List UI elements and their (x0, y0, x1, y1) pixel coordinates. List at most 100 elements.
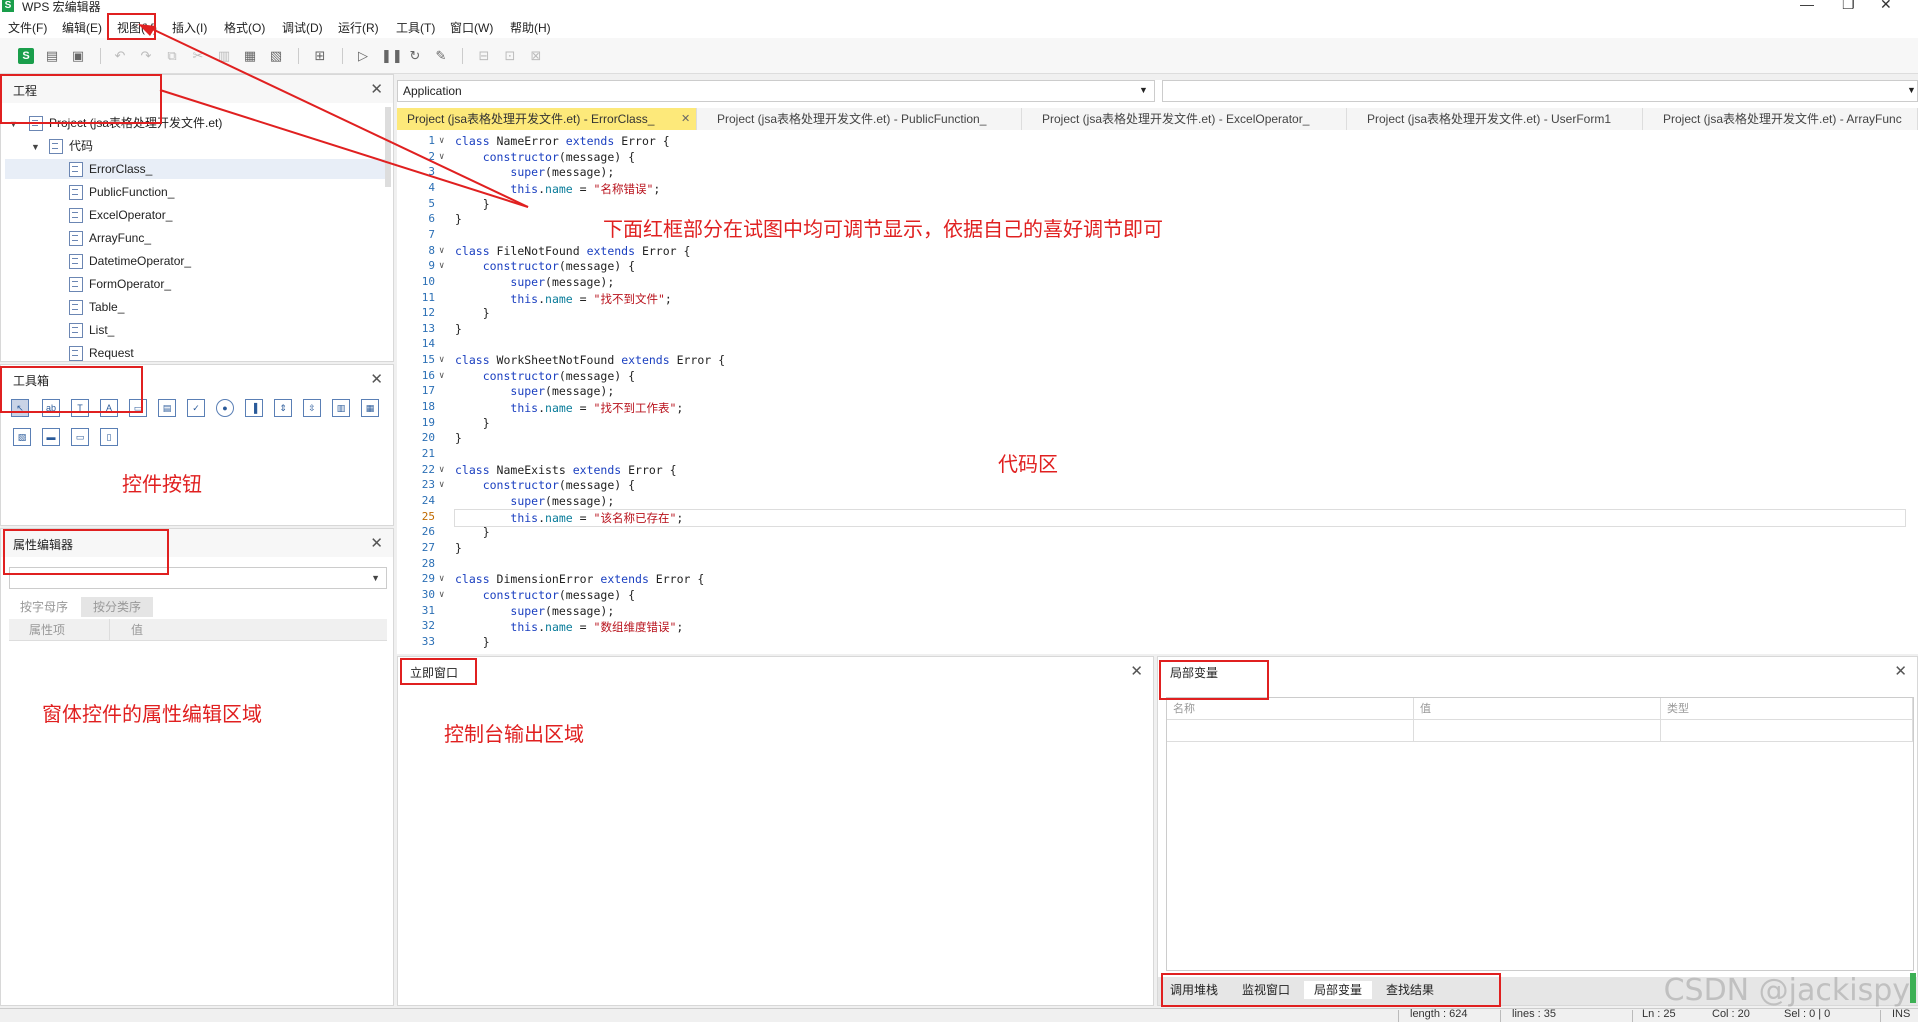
code-area[interactable]: 1 ∨ class NameError extends Error {2 ∨ cons… (397, 132, 1918, 654)
fold-chevron-icon[interactable]: ∨ (439, 590, 444, 600)
close-icon[interactable]: ✕ (370, 80, 383, 98)
tab-alphabetical[interactable]: 按字母序 (9, 597, 79, 617)
run-icon[interactable]: ▷ (355, 48, 371, 64)
code-line[interactable]: super(message); (455, 165, 614, 179)
combobox-control-icon[interactable]: ▬ (42, 428, 60, 446)
listbox-control-icon[interactable]: ▤ (158, 399, 176, 417)
code-line[interactable]: } (455, 525, 490, 539)
menu-tools[interactable]: 工具(T) (396, 19, 435, 36)
code-line[interactable]: class WorkSheetNotFound extends Error { (455, 353, 725, 367)
fold-chevron-icon[interactable]: ∨ (439, 465, 444, 475)
menu-insert[interactable]: 插入(I) (172, 19, 207, 36)
code-line[interactable]: super(message); (455, 384, 614, 398)
save-icon[interactable]: ▣ (70, 48, 86, 64)
tab-errorclass[interactable]: Project (jsa表格处理开发文件.et) - ErrorClass_ (397, 108, 697, 130)
tab-publicfunction[interactable]: Project (jsa表格处理开发文件.et) - PublicFunctio… (697, 108, 1022, 130)
comment-icon[interactable]: ▦ (242, 48, 258, 64)
code-line[interactable]: constructor(message) { (455, 369, 635, 383)
chevron-down-icon[interactable]: ▼ (1907, 85, 1916, 95)
menu-run[interactable]: 运行(R) (338, 19, 379, 36)
tab-categorized[interactable]: 按分类序 (81, 597, 153, 617)
fold-chevron-icon[interactable]: ∨ (439, 261, 444, 271)
cut-icon[interactable]: ✂ (190, 48, 206, 64)
scrollbar[interactable] (385, 107, 391, 187)
fold-chevron-icon[interactable]: ∨ (439, 574, 444, 584)
close-icon[interactable]: ✕ (681, 112, 690, 125)
code-line[interactable]: constructor(message) { (455, 259, 635, 273)
code-line[interactable]: this.name = "该名称已存在"; (454, 508, 1906, 527)
radio-control-icon[interactable]: ● (216, 399, 234, 417)
code-line[interactable]: class NameExists extends Error { (455, 463, 677, 477)
code-line[interactable]: } (455, 431, 462, 445)
tree-item[interactable]: Request (69, 343, 134, 361)
toggle-control-icon[interactable]: ▐ (245, 399, 263, 417)
tabstrip-control-icon[interactable]: ▧ (13, 428, 31, 446)
menu-edit[interactable]: 编辑(E) (62, 19, 102, 36)
fold-chevron-icon[interactable]: ∨ (439, 371, 444, 381)
tree-item[interactable]: ExcelOperator_ (69, 205, 172, 225)
close-window-button[interactable]: ✕ (1880, 0, 1892, 13)
wps-sheet-icon[interactable]: S (18, 48, 34, 64)
fold-chevron-icon[interactable]: ∨ (439, 136, 444, 146)
code-line[interactable]: constructor(message) { (455, 150, 635, 164)
step-into-icon[interactable]: ⊟ (476, 48, 492, 64)
code-line[interactable]: super(message); (455, 494, 614, 508)
tree-item[interactable]: Table_ (69, 297, 124, 317)
procedure-combo[interactable] (1162, 80, 1918, 102)
step-over-icon[interactable]: ⊡ (502, 48, 518, 64)
fold-chevron-icon[interactable]: ∨ (439, 355, 444, 365)
menu-format[interactable]: 格式(O) (224, 19, 265, 36)
tab-userform1[interactable]: Project (jsa表格处理开发文件.et) - UserForm1 (1347, 108, 1643, 130)
pause-icon[interactable]: ❚❚ (381, 48, 403, 64)
object-combo[interactable]: Application (397, 80, 1155, 102)
copy-icon[interactable]: ⧉ (164, 48, 180, 64)
fold-chevron-icon[interactable]: ∨ (439, 480, 444, 490)
close-icon[interactable]: ✕ (1894, 662, 1907, 680)
spin-control-icon[interactable]: ⇕ (274, 399, 292, 417)
tree-item[interactable]: PublicFunction_ (69, 182, 174, 202)
code-line[interactable]: constructor(message) { (455, 588, 635, 602)
code-line[interactable]: class DimensionError extends Error { (455, 572, 704, 586)
menu-window[interactable]: 窗口(W) (450, 19, 493, 36)
image-control-icon[interactable]: ▥ (332, 399, 350, 417)
fold-chevron-icon[interactable]: ∨ (439, 152, 444, 162)
code-line[interactable]: super(message); (455, 275, 614, 289)
code-line[interactable]: class NameError extends Error { (455, 134, 670, 148)
step-out-icon[interactable]: ⊠ (528, 48, 544, 64)
close-icon[interactable]: ✕ (370, 534, 383, 552)
folder-control-icon[interactable]: ▯ (100, 428, 118, 446)
code-line[interactable]: } (455, 635, 490, 649)
tree-folder[interactable]: 代码 (49, 136, 93, 156)
paste-icon[interactable]: ▥ (216, 48, 232, 64)
menu-file[interactable]: 文件(F) (8, 19, 47, 36)
code-line[interactable]: } (455, 212, 462, 226)
tree-item[interactable]: List_ (69, 320, 114, 340)
tree-item[interactable]: ErrorClass_ (69, 159, 152, 179)
tree-item[interactable]: ArrayFunc_ (69, 228, 151, 248)
menu-help[interactable]: 帮助(H) (510, 19, 551, 36)
form-design-icon[interactable]: ⊞ (312, 48, 328, 64)
tree-item[interactable]: DatetimeOperator_ (69, 251, 191, 271)
code-line[interactable]: this.name = "找不到工作表"; (455, 400, 683, 416)
fold-chevron-icon[interactable]: ∨ (439, 246, 444, 256)
code-line[interactable]: } (455, 541, 462, 555)
code-line[interactable]: } (455, 416, 490, 430)
redo-icon[interactable]: ↷ (138, 48, 154, 64)
multipage-control-icon[interactable]: ▦ (361, 399, 379, 417)
code-line[interactable]: super(message); (455, 604, 614, 618)
code-line[interactable]: this.name = "找不到文件"; (455, 291, 671, 307)
tab-exceloperator[interactable]: Project (jsa表格处理开发文件.et) - ExcelOperator… (1022, 108, 1347, 130)
new-module-icon[interactable]: ▤ (44, 48, 60, 64)
design-mode-icon[interactable]: ✎ (433, 48, 449, 64)
maximize-button[interactable]: ❐ (1842, 0, 1855, 13)
code-line[interactable]: } (455, 197, 490, 211)
checkbox-control-icon[interactable]: ✓ (187, 399, 205, 417)
code-line[interactable]: this.name = "数组维度错误"; (455, 619, 683, 635)
close-icon[interactable]: ✕ (1130, 662, 1143, 680)
scrollbar-control-icon[interactable]: ⇳ (303, 399, 321, 417)
code-line[interactable]: } (455, 306, 490, 320)
undo-icon[interactable]: ↶ (112, 48, 128, 64)
chevron-down-icon[interactable]: ▼ (31, 142, 40, 152)
uncomment-icon[interactable]: ▧ (268, 48, 284, 64)
code-line[interactable]: } (455, 322, 462, 336)
